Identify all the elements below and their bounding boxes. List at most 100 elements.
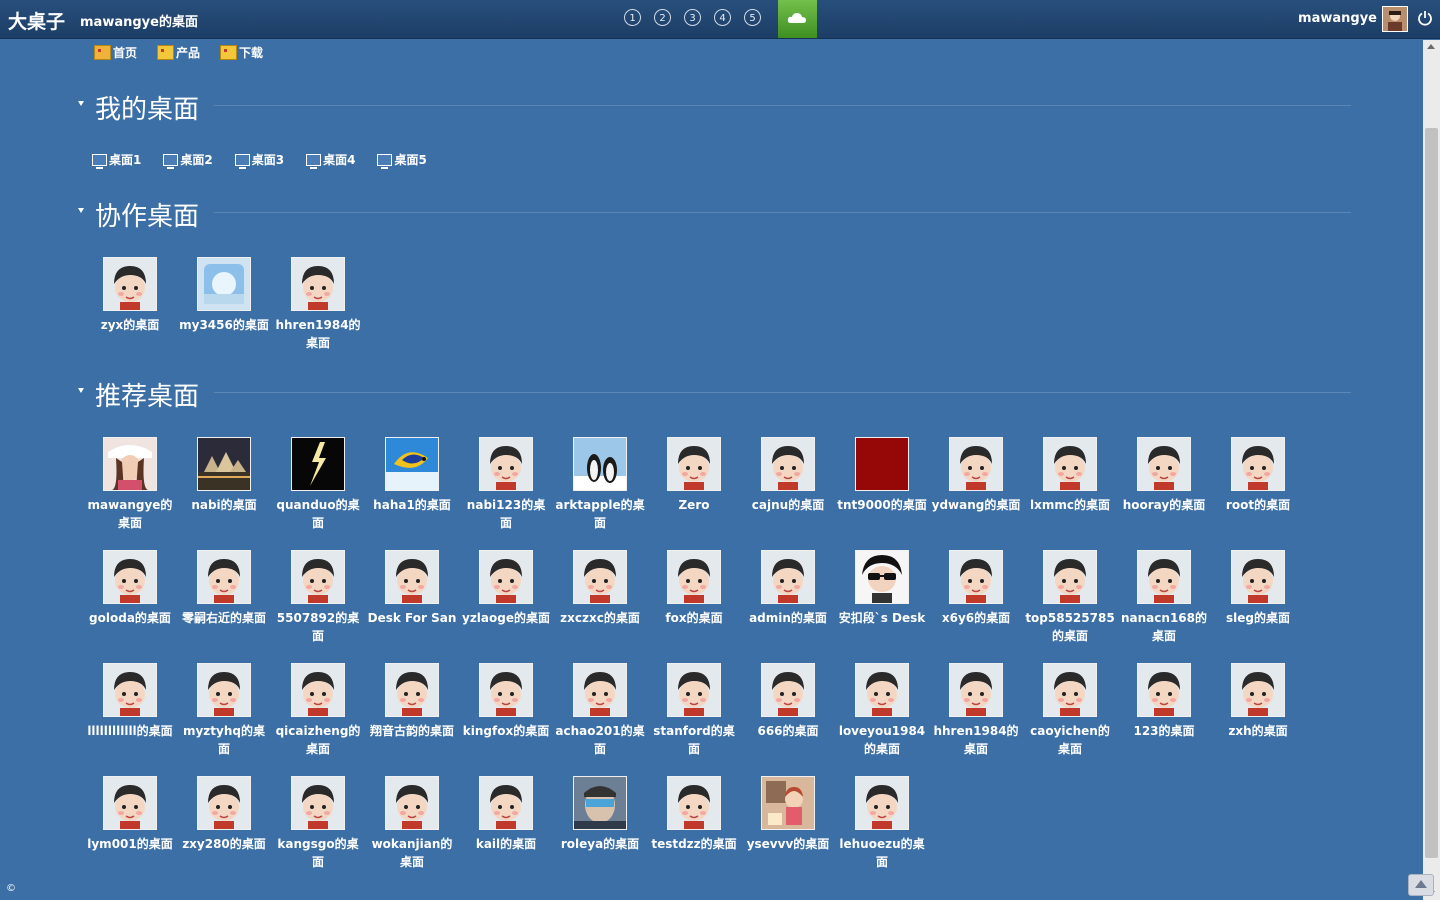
download-icon (220, 45, 238, 60)
desk-thumbnail (855, 550, 909, 604)
desk-tab-3[interactable]: 桌面3 (234, 151, 285, 169)
nav-download[interactable]: 下载 (220, 44, 263, 61)
desk-tile[interactable]: hhren1984的桌面 (271, 257, 365, 352)
desk-tile[interactable]: myztyhq的桌面 (177, 663, 271, 758)
scroll-thumb[interactable] (1425, 128, 1438, 858)
desk-tile[interactable]: kingfox的桌面 (459, 663, 553, 740)
desk-thumbnail (103, 437, 157, 491)
scroll-up-arrow-icon[interactable] (1427, 44, 1435, 49)
desk-tile[interactable]: qicaizheng的桌面 (271, 663, 365, 758)
desk-thumbnail (197, 776, 251, 830)
desk-tile[interactable]: llllllllllll的桌面 (83, 663, 177, 740)
user-avatar[interactable] (1382, 6, 1408, 32)
desk-tile[interactable]: mawangye的桌面 (83, 437, 177, 532)
nav-home[interactable]: 首页 (94, 44, 137, 61)
desk-tile[interactable]: lehuoezu的桌面 (835, 776, 929, 871)
collapse-arrow-icon (78, 101, 84, 106)
page-button-4[interactable]: 4 (714, 9, 731, 26)
desk-tile[interactable]: 安扣段`s Desk (835, 550, 929, 627)
desk-tile-label: testdzz的桌面 (651, 837, 737, 851)
desk-tile[interactable]: zxy280的桌面 (177, 776, 271, 853)
page-button-1[interactable]: 1 (624, 9, 641, 26)
desk-tile[interactable]: wokanjian的桌面 (365, 776, 459, 871)
section-coop-desks[interactable]: 协作桌面 (78, 196, 1351, 232)
desk-tile[interactable]: my3456的桌面 (177, 257, 271, 334)
desk-tile-label: top58525785的桌面 (1025, 611, 1115, 643)
desk-tile[interactable]: stanford的桌面 (647, 663, 741, 758)
desk-tile[interactable]: 5507892的桌面 (271, 550, 365, 645)
desk-tile[interactable]: hooray的桌面 (1117, 437, 1211, 514)
desk-tile-label: lehuoezu的桌面 (839, 837, 925, 869)
desk-tile[interactable]: achao201的桌面 (553, 663, 647, 758)
copyright: © (6, 883, 16, 894)
desk-thumbnail (855, 437, 909, 491)
desk-tile-label: kingfox的桌面 (462, 724, 550, 738)
desk-tile[interactable]: Desk For San (365, 550, 459, 627)
desk-tile[interactable]: nabi123的桌面 (459, 437, 553, 532)
desk-tile[interactable]: nanacn168的桌面 (1117, 550, 1211, 645)
desk-tile-label: x6y6的桌面 (941, 611, 1011, 625)
desk-tile[interactable]: hhren1984的桌面 (929, 663, 1023, 758)
desk-tile[interactable]: nabi的桌面 (177, 437, 271, 514)
section-recommended-desks[interactable]: 推荐桌面 (78, 376, 1351, 412)
desk-tile-label: my3456的桌面 (179, 318, 269, 332)
desk-thumbnail (385, 663, 439, 717)
desk-tile[interactable]: testdzz的桌面 (647, 776, 741, 853)
desk-tile[interactable]: admin的桌面 (741, 550, 835, 627)
back-to-top-button[interactable] (1408, 874, 1434, 896)
desk-tab-5[interactable]: 桌面5 (377, 151, 427, 169)
desk-tab-2[interactable]: 桌面2 (163, 151, 213, 169)
desk-thumbnail (103, 663, 157, 717)
scrollbar[interactable] (1423, 40, 1440, 900)
desk-tile[interactable]: haha1的桌面 (365, 437, 459, 514)
desk-tile[interactable]: root的桌面 (1211, 437, 1305, 514)
desk-thumbnail (573, 550, 627, 604)
desk-tile[interactable]: sleg的桌面 (1211, 550, 1305, 627)
desk-tile[interactable]: 零嗣右近的桌面 (177, 550, 271, 627)
desk-thumbnail (1231, 437, 1285, 491)
nav-product[interactable]: 产品 (157, 44, 200, 61)
desk-tile[interactable]: zxh的桌面 (1211, 663, 1305, 740)
desk-tile[interactable]: yzlaoge的桌面 (459, 550, 553, 627)
desk-tile[interactable]: lxmmc的桌面 (1023, 437, 1117, 514)
nav-product-label: 产品 (176, 46, 201, 60)
cloud-tab[interactable] (778, 0, 817, 38)
desk-tile[interactable]: loveyou1984的桌面 (835, 663, 929, 758)
desk-tile[interactable]: zyx的桌面 (83, 257, 177, 334)
desk-tile[interactable]: tnt9000的桌面 (835, 437, 929, 514)
desk-tile[interactable]: x6y6的桌面 (929, 550, 1023, 627)
desk-tile[interactable]: caoyichen的桌面 (1023, 663, 1117, 758)
desk-tile[interactable]: lym001的桌面 (83, 776, 177, 853)
desk-tile[interactable]: ysevvv的桌面 (741, 776, 835, 853)
desk-tile[interactable]: zxczxc的桌面 (553, 550, 647, 627)
brand-logo[interactable]: 大桌子 (8, 7, 65, 34)
desk-tile[interactable]: kail的桌面 (459, 776, 553, 853)
desk-tile[interactable]: fox的桌面 (647, 550, 741, 627)
desk-tile-label: quanduo的桌面 (276, 498, 360, 530)
desk-tile[interactable]: kangsgo的桌面 (271, 776, 365, 871)
desk-tab-label: 桌面3 (251, 153, 285, 167)
page-button-3[interactable]: 3 (684, 9, 701, 26)
desk-tab-4[interactable]: 桌面4 (306, 151, 355, 169)
section-title: 我的桌面 (95, 95, 200, 125)
desk-tile[interactable]: 123的桌面 (1117, 663, 1211, 740)
power-icon[interactable] (1417, 10, 1433, 26)
desk-tile[interactable]: ydwang的桌面 (929, 437, 1023, 514)
desk-tile[interactable]: arktapple的桌面 (553, 437, 647, 532)
desk-tile[interactable]: top58525785的桌面 (1023, 550, 1117, 645)
desk-tile[interactable]: cajnu的桌面 (741, 437, 835, 514)
desk-tile[interactable]: goloda的桌面 (83, 550, 177, 627)
desk-tile[interactable]: 666的桌面 (741, 663, 835, 740)
page-button-5[interactable]: 5 (744, 9, 761, 26)
desk-tile[interactable]: quanduo的桌面 (271, 437, 365, 532)
username[interactable]: mawangye (1298, 11, 1377, 26)
page-button-2[interactable]: 2 (654, 9, 671, 26)
desk-tile[interactable]: Zero (647, 437, 741, 514)
section-my-desks[interactable]: 我的桌面 (78, 89, 1351, 125)
section-title: 推荐桌面 (95, 382, 200, 412)
desk-tile[interactable]: roleya的桌面 (553, 776, 647, 853)
desk-tab-1[interactable]: 桌面1 (92, 151, 141, 169)
desk-thumbnail (761, 437, 815, 491)
desk-thumbnail (385, 550, 439, 604)
desk-tile[interactable]: 翔音古韵的桌面 (365, 663, 459, 740)
